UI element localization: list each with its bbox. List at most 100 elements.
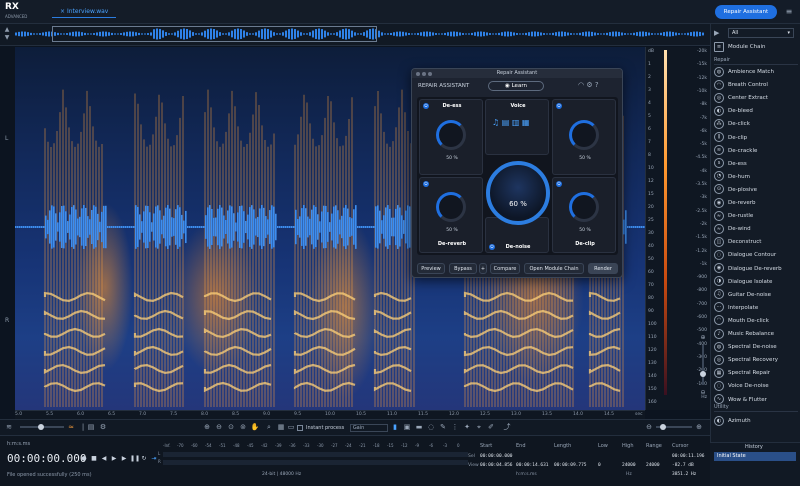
filter-icon[interactable]: ▶ — [714, 28, 726, 38]
module-filter-select[interactable]: All ▾ — [728, 28, 794, 38]
module-item-de-ess[interactable]: ꜱ De-ess — [714, 158, 798, 171]
horizontal-zoom-in-icon[interactable]: ⊕ — [694, 422, 704, 432]
vertical-zoom[interactable]: ⊕ ⊖ — [697, 334, 709, 410]
module-de-clip[interactable]: ⏻ 50 % De-clip — [552, 177, 616, 253]
module-item-deconstruct[interactable]: ◫ Deconstruct — [714, 236, 798, 249]
module-knob[interactable] — [436, 192, 466, 222]
power-icon[interactable]: ⏻ — [556, 103, 562, 109]
history-item-initial-state[interactable]: Initial State — [714, 452, 796, 461]
repair-assistant-titlebar[interactable]: Repair Assistant — [412, 69, 622, 78]
repair-assistant-button[interactable]: Repair Assistant — [715, 5, 777, 19]
learn-button[interactable]: ◉ Learn — [488, 81, 544, 91]
brush-icon[interactable]: ✎ — [438, 422, 448, 432]
horizontal-zoom-slider[interactable] — [656, 424, 692, 430]
module-item-de-rustle[interactable]: ≈ De-rustle — [714, 210, 798, 223]
settings-icon[interactable]: ⚙ — [98, 422, 108, 432]
zoom-out-time-icon[interactable]: ⊖ — [214, 422, 224, 432]
overview-view-window[interactable] — [52, 26, 377, 42]
close-icon[interactable]: × — [60, 8, 65, 15]
module-item-guitar-de-noise[interactable]: ♫ Guitar De-noise — [714, 289, 798, 302]
horizontal-zoom-handle[interactable] — [660, 424, 666, 430]
view-high[interactable]: 24000 — [622, 463, 636, 468]
module-item-de-wind[interactable]: ≈ De-wind — [714, 223, 798, 236]
module-item-de-reverb[interactable]: ◉ De-reverb — [714, 197, 798, 210]
power-icon[interactable]: ⏻ — [423, 181, 429, 187]
play-icon[interactable]: ▶ — [110, 455, 118, 463]
waveform-icon[interactable]: ≋ — [4, 422, 14, 432]
module-item-interpolate[interactable]: ⋯ Interpolate — [714, 302, 798, 315]
compare-button[interactable]: Compare — [490, 263, 520, 274]
bypass-button[interactable]: Bypass — [449, 263, 477, 274]
module-item-de-plosive[interactable]: ⊙ De-plosive — [714, 184, 798, 197]
module-item-music-rebalance[interactable]: ♪ Music Rebalance — [714, 328, 798, 341]
module-item-mouth-de-click[interactable]: ◠ Mouth De-click — [714, 315, 798, 328]
horizontal-zoom-out-icon[interactable]: ⊖ — [644, 422, 654, 432]
instant-process-checkbox[interactable] — [297, 424, 303, 431]
magnify-icon[interactable]: ⌕ — [264, 422, 274, 432]
module-item-ambience-match[interactable]: ◍ Ambience Match — [714, 66, 798, 79]
harmonic-select-icon[interactable]: ⋮ — [450, 422, 460, 432]
window-zoom-icon[interactable] — [428, 72, 432, 76]
view-end[interactable]: 00:00:14.631 — [516, 463, 549, 468]
overview-toggle-icon[interactable]: ▲ ▼ — [3, 26, 11, 42]
module-item-center-extract[interactable]: ◎ Center Extract — [714, 92, 798, 105]
time-frequency-select-icon[interactable]: ▬ — [414, 422, 424, 432]
loop-icon[interactable]: ↻ — [140, 455, 148, 463]
record-icon[interactable]: ● — [80, 455, 88, 463]
preview-button[interactable]: Preview — [417, 263, 445, 274]
view-blend-slider[interactable] — [20, 424, 64, 430]
magic-wand-icon[interactable]: ✦ — [462, 422, 472, 432]
module-item-wow-flutter[interactable]: ∿ Wow & Flutter — [714, 394, 798, 407]
gain-select[interactable]: Gain — [349, 423, 388, 432]
view-blend-handle[interactable] — [38, 424, 44, 430]
module-item-voice-de-noise[interactable]: ◌ Voice De-noise — [714, 380, 798, 393]
view-low[interactable]: 0 — [598, 463, 601, 468]
view-length[interactable]: 00:00:09.775 — [554, 463, 587, 468]
window-minimize-icon[interactable] — [422, 72, 426, 76]
module-item-de-click[interactable]: ⁂ De-click — [714, 118, 798, 131]
curve-icon[interactable]: ⤴ — [502, 422, 512, 432]
zoom-in-icon[interactable]: ⊕ — [697, 334, 709, 341]
module-item-breath-control[interactable]: ◠ Breath Control — [714, 79, 798, 92]
master-intensity-knob[interactable] — [486, 161, 550, 225]
module-de-hum[interactable]: ⏻ 50 % — [552, 99, 616, 175]
pencil-icon[interactable]: ✐ — [486, 422, 496, 432]
window-close-icon[interactable] — [416, 72, 420, 76]
repair-section[interactable]: Repair — [714, 56, 798, 65]
module-item-de-crackle[interactable]: ≋ De-crackle — [714, 145, 798, 158]
module-item-azimuth[interactable]: ◐ Azimuth — [714, 415, 798, 428]
file-tab[interactable]: × Interview.wav — [52, 6, 117, 18]
spectrogram-mode-icon[interactable]: ≈ — [66, 422, 76, 432]
vertical-zoom-slider[interactable] — [700, 345, 706, 385]
zoom-in-time-icon[interactable]: ⊕ — [202, 422, 212, 432]
module-voice[interactable]: Voice ♫ ▤ ▥ ▦ — [485, 99, 549, 155]
instant-process-control[interactable]: Instant process Gain — [297, 423, 397, 433]
power-icon[interactable]: ⏻ — [556, 181, 562, 187]
markers-icon[interactable]: ▤ — [86, 422, 96, 432]
stop-icon[interactable]: ■ — [90, 455, 98, 463]
sel-start[interactable]: 00:00:00.000 — [480, 454, 513, 459]
headphones-icon[interactable]: ◠ — [578, 81, 584, 89]
voice-type-icons[interactable]: ♫ ▤ ▥ ▦ — [492, 118, 529, 127]
module-item-de-hum[interactable]: ◔ De-hum — [714, 171, 798, 184]
follow-playhead-icon[interactable]: ⇥ — [150, 455, 158, 463]
add-button[interactable]: + — [479, 263, 487, 274]
module-de-ess[interactable]: ⏻ De-ess 50 % — [419, 99, 483, 175]
module-item-dialogue-de-reverb[interactable]: ◉ Dialogue De-reverb — [714, 263, 798, 276]
help-icon[interactable]: ? — [595, 81, 599, 89]
module-knob[interactable] — [436, 120, 466, 150]
frequency-select-icon[interactable]: ▣ — [402, 422, 412, 432]
lasso-icon[interactable]: ◌ — [426, 422, 436, 432]
module-item-de-bleed[interactable]: ◐ De-bleed — [714, 105, 798, 118]
render-button[interactable]: Render — [588, 263, 618, 274]
hamburger-icon[interactable]: ≡ — [784, 6, 794, 18]
module-knob[interactable] — [569, 192, 599, 222]
open-module-chain-button[interactable]: Open Module Chain — [524, 263, 584, 274]
module-item-dialogue-contour[interactable]: ◌ Dialogue Contour — [714, 249, 798, 262]
hand-icon[interactable]: ✋ — [250, 422, 260, 432]
grid-icon[interactable]: ▦ — [276, 422, 286, 432]
module-item-spectral-recovery[interactable]: ◎ Spectral Recovery — [714, 354, 798, 367]
play-region-icon[interactable]: ▭ — [286, 422, 296, 432]
find-similar-icon[interactable]: ⌖ — [474, 422, 484, 432]
play-from-icon[interactable]: ▶ — [120, 455, 128, 463]
